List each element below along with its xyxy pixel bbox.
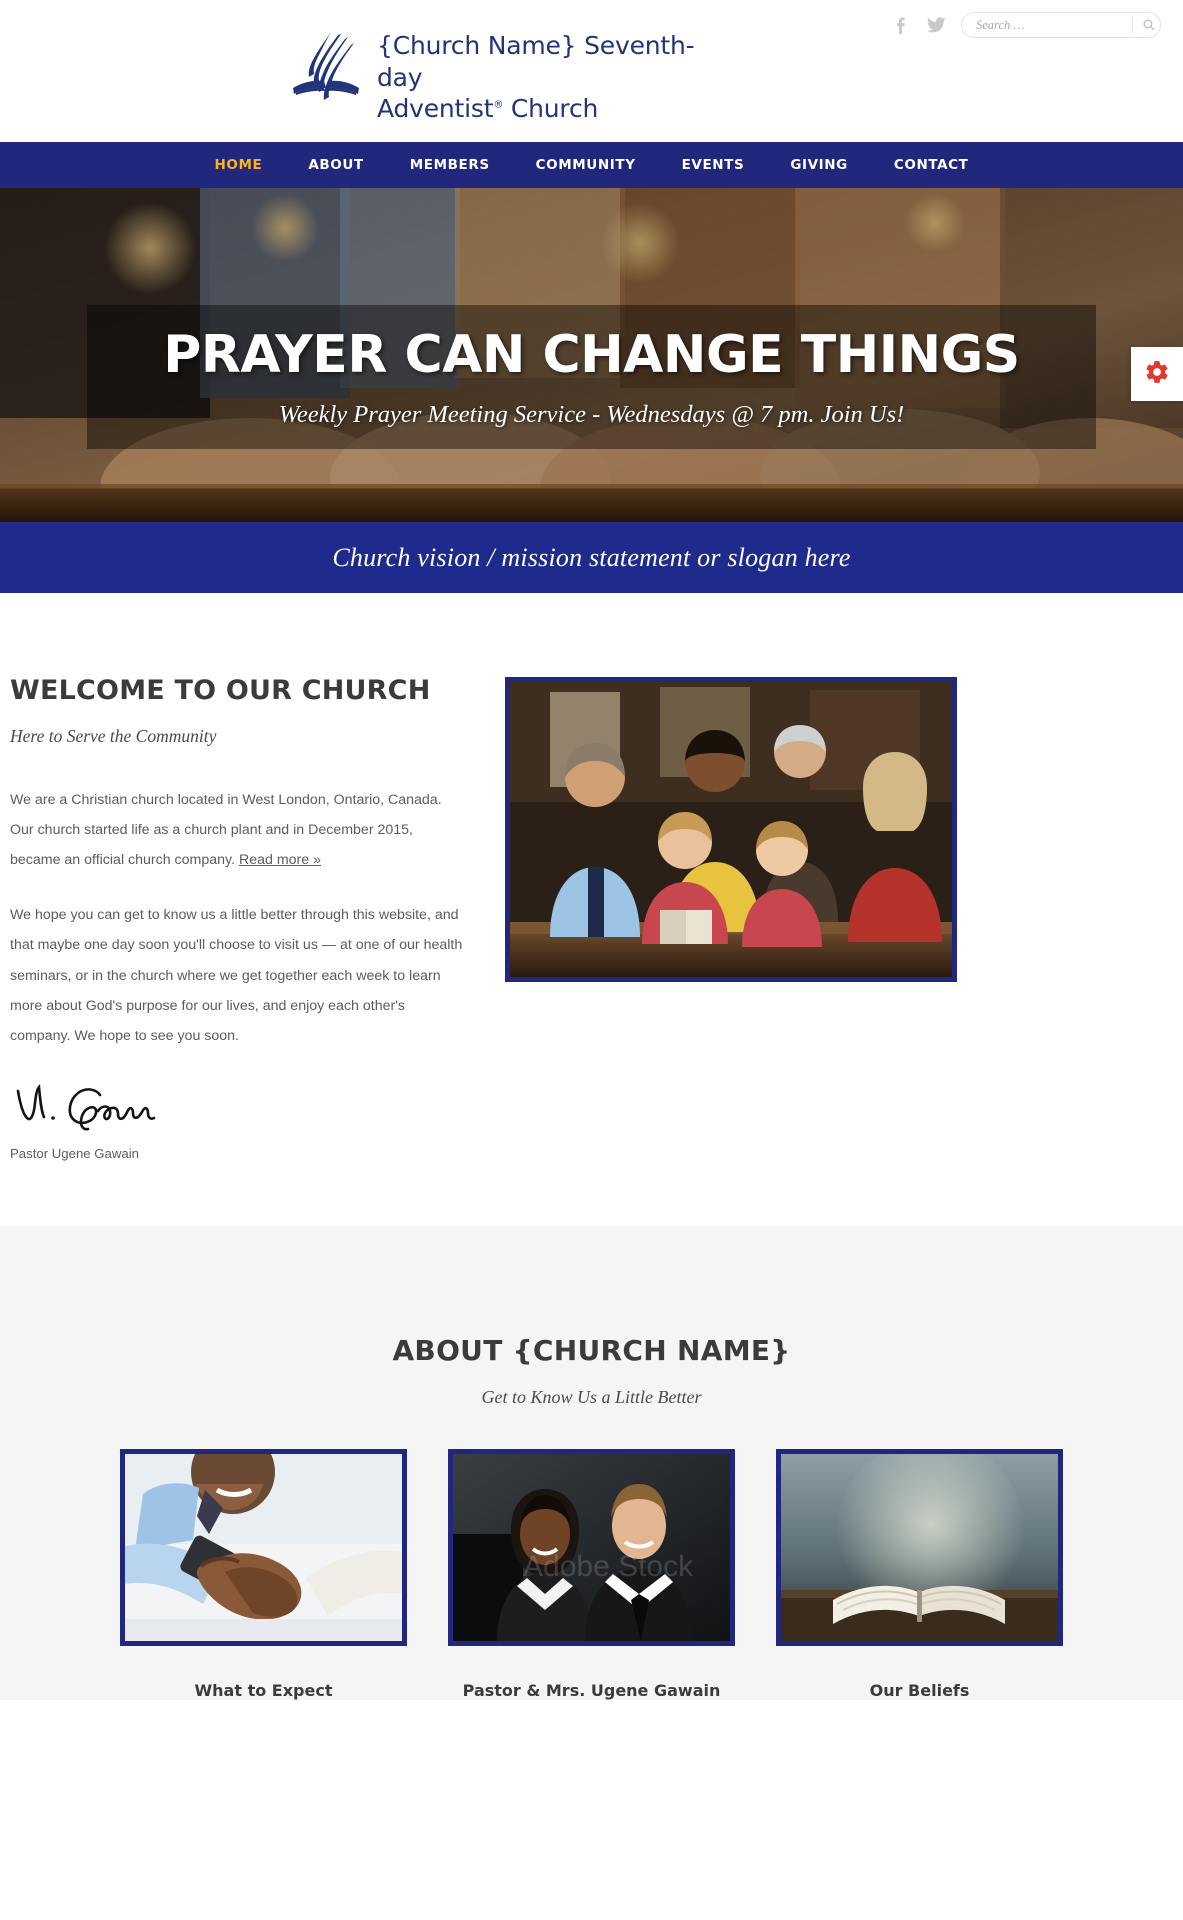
search-icon[interactable] xyxy=(1141,14,1158,36)
welcome-paragraph-1: We are a Christian church located in Wes… xyxy=(10,785,465,875)
card-image-pastor-couple: Adobe Stock xyxy=(448,1449,735,1646)
about-cards: What to Expect Adobe Stock Pastor & Mrs.… xyxy=(0,1449,1183,1700)
search-input[interactable] xyxy=(976,17,1132,33)
svg-text:Adobe Stock: Adobe Stock xyxy=(523,1550,694,1583)
welcome-section: WELCOME TO OUR CHURCH Here to Serve the … xyxy=(0,593,1183,1226)
about-card-caption: Our Beliefs xyxy=(869,1681,970,1700)
nav-item-events[interactable]: EVENTS xyxy=(659,142,768,188)
about-card-caption: Pastor & Mrs. Ugene Gawain xyxy=(462,1681,721,1700)
pastor-signature-name: Pastor Ugene Gawain xyxy=(10,1145,140,1161)
hero-title: PRAYER CAN CHANGE THINGS xyxy=(163,325,1020,385)
nav-item-about[interactable]: ABOUT xyxy=(285,142,386,188)
welcome-paragraph-1-text: We are a Christian church located in Wes… xyxy=(10,792,442,869)
hero-banner: PRAYER CAN CHANGE THINGS Weekly Prayer M… xyxy=(0,188,1183,522)
about-card-what-to-expect[interactable]: What to Expect xyxy=(120,1449,407,1700)
nav-item-contact[interactable]: CONTACT xyxy=(871,142,992,188)
about-card-our-beliefs[interactable]: Our Beliefs xyxy=(776,1449,1063,1700)
brand-registered-mark: ® xyxy=(493,99,504,111)
nav-item-community[interactable]: COMMUNITY xyxy=(513,142,659,188)
twitter-icon[interactable] xyxy=(925,13,947,37)
welcome-image xyxy=(505,677,957,982)
brand-lockup[interactable]: {Church Name} Seventh-day Adventist® Chu… xyxy=(291,30,707,125)
welcome-paragraph-2: We hope you can get to know us a little … xyxy=(10,907,463,1044)
pastor-signature: Pastor Ugene Gawain xyxy=(10,1081,570,1161)
header-utilities xyxy=(889,12,1161,38)
card-image-open-bible xyxy=(776,1449,1063,1646)
hero-caption-panel: PRAYER CAN CHANGE THINGS Weekly Prayer M… xyxy=(87,305,1096,449)
search-divider xyxy=(1132,17,1133,33)
search-form[interactable] xyxy=(961,12,1161,38)
welcome-title: WELCOME TO OUR CHURCH xyxy=(10,675,431,706)
settings-gear-tab[interactable] xyxy=(1131,347,1183,401)
brand-title: {Church Name} Seventh-day Adventist® Chu… xyxy=(377,30,707,125)
brand-line-1: {Church Name} Seventh-day xyxy=(377,31,695,92)
read-more-link[interactable]: Read more » xyxy=(239,852,321,868)
card-image-handshake xyxy=(120,1449,407,1646)
nav-item-members[interactable]: MEMBERS xyxy=(387,142,513,188)
about-title: ABOUT {CHURCH NAME} xyxy=(392,1334,791,1367)
about-subtitle: Get to Know Us a Little Better xyxy=(481,1387,702,1407)
mission-statement-text: Church vision / mission statement or slo… xyxy=(332,542,851,572)
brand-line-2-tail: Church xyxy=(503,94,599,123)
site-header: {Church Name} Seventh-day Adventist® Chu… xyxy=(0,0,1183,142)
welcome-subtitle: Here to Serve the Community xyxy=(10,726,217,746)
facebook-icon[interactable] xyxy=(889,13,911,37)
gear-icon xyxy=(1144,359,1170,390)
church-homepage: {Church Name} Seventh-day Adventist® Chu… xyxy=(0,0,1183,1700)
brand-line-2: Adventist xyxy=(377,94,494,123)
nav-item-giving[interactable]: GIVING xyxy=(767,142,871,188)
about-card-caption: What to Expect xyxy=(194,1681,333,1700)
mission-statement-band: Church vision / mission statement or slo… xyxy=(0,522,1183,593)
nav-item-home[interactable]: HOME xyxy=(192,142,286,188)
about-card-pastor-and-mrs[interactable]: Adobe Stock Pastor & Mrs. Ugene Gawain xyxy=(448,1449,735,1700)
welcome-text-column: WELCOME TO OUR CHURCH Here to Serve the … xyxy=(10,675,570,1161)
hero-subtitle: Weekly Prayer Meeting Service - Wednesda… xyxy=(278,401,905,428)
main-navigation[interactable]: HOME ABOUT MEMBERS COMMUNITY EVENTS GIVI… xyxy=(0,142,1183,188)
about-section: ABOUT {CHURCH NAME} Get to Know Us a Lit… xyxy=(0,1226,1183,1700)
adventist-flame-logo-icon xyxy=(291,30,361,102)
